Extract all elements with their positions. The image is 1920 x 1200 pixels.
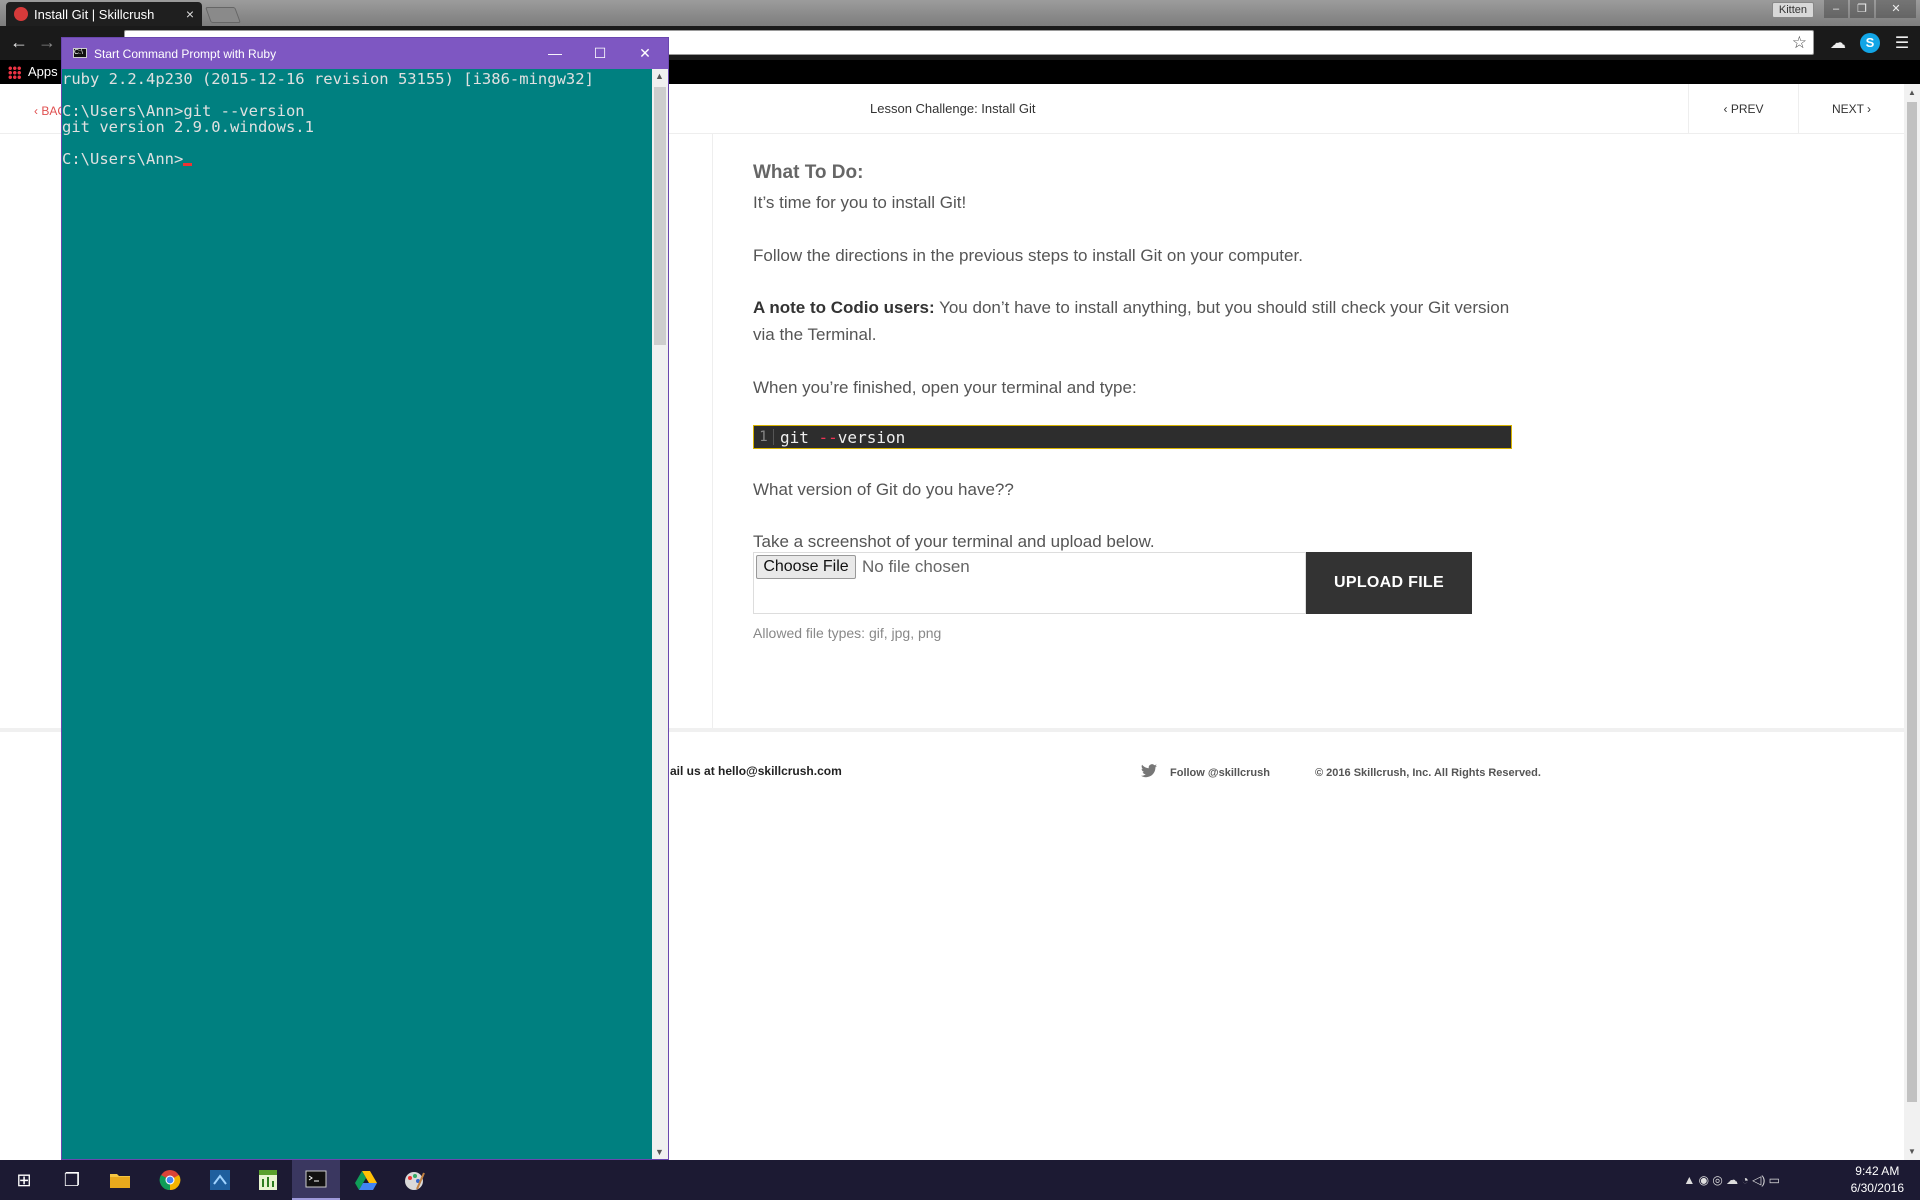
page-scrollbar[interactable]: ▲ ▼ <box>1904 84 1920 1160</box>
prev-button[interactable]: ‹ PREV <box>1688 84 1798 134</box>
system-tray[interactable]: ▲ ◉ ◎ ☁ ◔ ◁) ▭ <box>1683 1160 1780 1200</box>
code-line-number: 1 <box>754 429 774 445</box>
apps-bookmark[interactable]: Apps <box>28 64 58 79</box>
bookmark-star-icon[interactable]: ☆ <box>1792 33 1807 53</box>
directions-text: Follow the directions in the previous st… <box>753 246 1303 265</box>
back-arrow-icon[interactable]: ← <box>10 32 28 53</box>
drive-extension-icon[interactable]: ☁ <box>1828 33 1848 53</box>
task-view-button[interactable]: ❐ <box>48 1160 96 1200</box>
cmd-app-icon: C:\ <box>73 48 87 58</box>
clock-date: 6/30/2016 <box>1850 1181 1904 1195</box>
task-view-icon: ❐ <box>63 1169 81 1190</box>
console-prompt-text: C:\Users\Ann> <box>62 150 184 168</box>
taskbar-code-editor[interactable] <box>196 1160 244 1200</box>
choose-file-button[interactable]: Choose File <box>756 555 856 579</box>
code-command: git <box>780 427 819 447</box>
footer-email[interactable]: ail us at hello@skillcrush.com <box>670 764 842 778</box>
apps-grid-icon[interactable] <box>8 66 21 79</box>
console-prompt: C:\Users\Ann> <box>62 151 652 167</box>
finished-text: When you’re finished, open your terminal… <box>753 378 1137 397</box>
console-line: git version 2.9.0.windows.1 <box>62 118 314 136</box>
maximize-button[interactable]: ❐ <box>1850 0 1874 18</box>
twitter-icon[interactable] <box>1141 764 1157 781</box>
taskbar-google-drive[interactable] <box>342 1160 390 1200</box>
command-prompt-window: C:\ Start Command Prompt with Ruby — ☐ ✕… <box>61 37 669 1160</box>
next-button[interactable]: NEXT › <box>1798 84 1904 134</box>
forward-arrow-icon[interactable]: → <box>38 32 56 53</box>
windows-logo-icon: ⊞ <box>16 1169 32 1190</box>
cmd-scroll-down-icon[interactable]: ▼ <box>655 1147 664 1157</box>
tab-close-icon[interactable]: × <box>186 6 194 22</box>
skillcrush-favicon-icon <box>14 7 28 21</box>
profile-chip[interactable]: Kitten <box>1771 2 1814 18</box>
taskbar-command-prompt[interactable] <box>292 1160 340 1200</box>
terminal-icon <box>305 1170 327 1188</box>
start-button[interactable]: ⊞ <box>0 1160 48 1200</box>
cmd-console[interactable]: ruby 2.2.4p230 (2015-12-16 revision 5315… <box>62 69 652 1159</box>
file-input[interactable]: Choose File No file chosen <box>753 552 1306 614</box>
cmd-scroll-thumb[interactable] <box>654 87 666 345</box>
cmd-maximize-button[interactable]: ☐ <box>585 43 615 63</box>
codio-note: A note to Codio users: You don’t have to… <box>753 294 1533 348</box>
minimize-button[interactable]: – <box>1824 0 1848 18</box>
lesson-content: What To Do: It’s time for you to install… <box>712 134 1904 728</box>
paint-icon <box>405 1172 425 1190</box>
folder-icon <box>110 1174 130 1188</box>
cmd-scroll-up-icon[interactable]: ▲ <box>655 71 664 81</box>
browser-tab-install-git[interactable]: Install Git | Skillcrush × <box>6 2 202 26</box>
cmd-titlebar[interactable]: C:\ Start Command Prompt with Ruby — ☐ ✕ <box>62 38 668 68</box>
console-line: C:\Users\Ann>git --version <box>62 102 305 120</box>
code-dashes: -- <box>818 427 838 447</box>
allowed-types-text: Allowed file types: gif, jpg, png <box>753 625 942 641</box>
console-line: ruby 2.2.4p230 (2015-12-16 revision 5315… <box>62 70 594 88</box>
tab-title: Install Git | Skillcrush <box>34 6 155 22</box>
scroll-up-icon[interactable]: ▲ <box>1908 88 1916 97</box>
upload-file-button[interactable]: UPLOAD FILE <box>1306 552 1472 614</box>
taskbar-chrome[interactable] <box>146 1160 194 1200</box>
skype-extension-icon[interactable]: S <box>1860 33 1880 53</box>
follow-link[interactable]: Follow @skillcrush <box>1170 767 1270 779</box>
taskbar: ⊞ ❐ ▲ ◉ ◎ ☁ ◔ ◁) ▭ 9:42 AM 6/30/2016 <box>0 1160 1920 1200</box>
chrome-icon <box>159 1170 181 1191</box>
new-tab-button[interactable] <box>205 7 241 23</box>
lesson-title: Lesson Challenge: Install Git <box>870 101 1036 116</box>
intro-text: It’s time for you to install Git! <box>753 193 967 212</box>
cmd-close-button[interactable]: ✕ <box>630 43 660 63</box>
scroll-down-icon[interactable]: ▼ <box>1908 1147 1916 1156</box>
cmd-window-title: Start Command Prompt with Ruby <box>94 47 277 61</box>
spreadsheet-icon <box>259 1170 277 1190</box>
code-block: 1 git -- version <box>753 425 1512 449</box>
text-cursor <box>183 163 193 166</box>
taskbar-paint[interactable] <box>390 1160 438 1200</box>
google-drive-icon <box>355 1171 377 1190</box>
codio-note-label: A note to Codio users: <box>753 298 935 317</box>
code-argument: version <box>837 427 906 447</box>
taskbar-file-explorer[interactable] <box>96 1160 144 1200</box>
copyright-text: © 2016 Skillcrush, Inc. All Rights Reser… <box>1315 767 1541 779</box>
clock-time: 9:42 AM <box>1855 1164 1900 1178</box>
editor-icon <box>210 1170 230 1190</box>
taskbar-clock[interactable]: 9:42 AM 6/30/2016 <box>1851 1163 1904 1197</box>
cmd-minimize-button[interactable]: — <box>540 43 570 63</box>
question-text: What version of Git do you have?? <box>753 480 1014 499</box>
what-to-do-heading: What To Do: <box>753 162 864 183</box>
taskbar-spreadsheet[interactable] <box>244 1160 292 1200</box>
browser-tabstrip: Install Git | Skillcrush × Kitten – ❐ ✕ <box>0 0 1920 26</box>
no-file-label: No file chosen <box>862 557 970 576</box>
menu-icon[interactable]: ☰ <box>1892 33 1912 53</box>
page-scroll-thumb[interactable] <box>1907 102 1917 1102</box>
screenshot-text: Take a screenshot of your terminal and u… <box>753 532 1155 551</box>
cmd-scrollbar[interactable]: ▲ ▼ <box>652 69 668 1159</box>
browser-window-controls: – ❐ ✕ <box>1822 0 1916 18</box>
close-window-button[interactable]: ✕ <box>1876 0 1916 18</box>
